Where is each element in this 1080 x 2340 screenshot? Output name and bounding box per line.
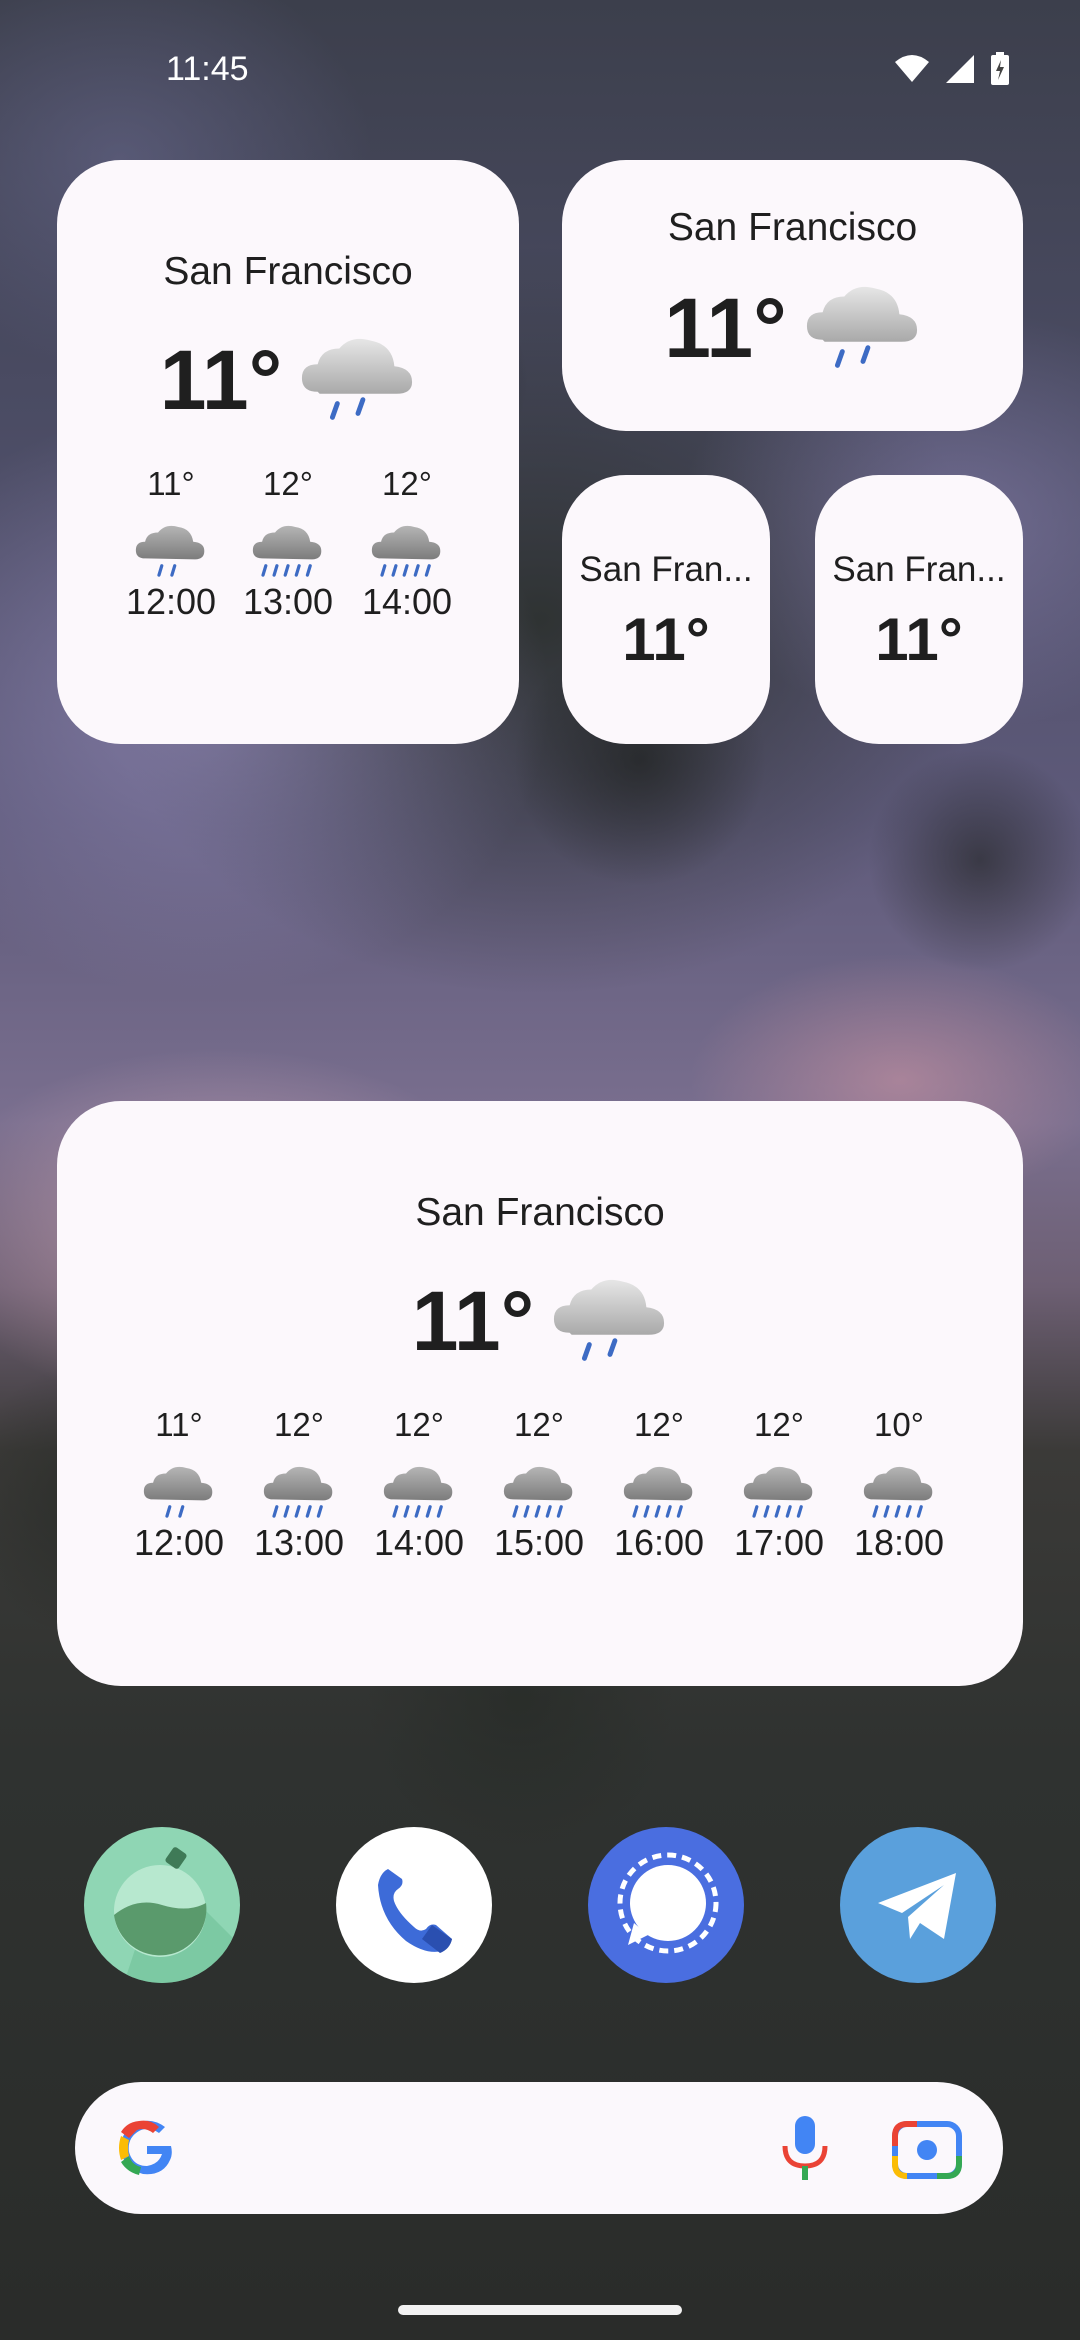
google-logo-icon — [119, 2120, 172, 2175]
forecast-time: 13:00 — [253, 1522, 345, 1563]
forecast-temp: 12° — [514, 1406, 564, 1443]
light-rain-icon — [142, 1462, 216, 1522]
hourly-forecast-item: 10° 18:00 — [839, 1406, 959, 1564]
widget-city: San Francisco — [415, 1191, 665, 1234]
phone-app-icon[interactable] — [336, 1827, 492, 1983]
forecast-time: 12:00 — [125, 581, 217, 622]
rain-icon — [502, 1462, 576, 1522]
rain-icon — [262, 1462, 336, 1522]
rain-cloud-icon — [298, 330, 416, 430]
status-bar: 11:45 — [0, 0, 1080, 140]
forecast-time: 15:00 — [493, 1522, 585, 1563]
status-icons — [894, 52, 1010, 86]
forecast-temp: 12° — [754, 1406, 804, 1443]
forecast-temp: 12° — [274, 1406, 324, 1443]
google-search-bar[interactable] — [75, 2082, 1003, 2214]
forecast-temp: 12° — [394, 1406, 444, 1443]
forecast-temp: 10° — [874, 1406, 924, 1443]
rain-cloud-icon — [803, 278, 921, 378]
flask-icon — [114, 1847, 240, 1983]
rain-cloud-icon — [550, 1271, 668, 1371]
wifi-icon — [895, 55, 929, 82]
weather-widget-small[interactable]: San Fran... 11° — [562, 475, 770, 744]
hourly-forecast-item: 11° 12:00 — [111, 465, 231, 623]
phone-handset-icon — [378, 1869, 452, 1953]
light-rain-icon — [134, 521, 208, 581]
microphone-icon[interactable] — [775, 2112, 835, 2184]
forecast-temp: 11° — [155, 1406, 203, 1443]
forecast-temp: 11° — [147, 465, 195, 502]
potion-flask-app-icon[interactable] — [84, 1827, 240, 1983]
battery-charging-icon — [991, 52, 1009, 85]
cellular-signal-icon — [946, 55, 974, 83]
forecast-time: 16:00 — [613, 1522, 705, 1563]
rain-icon — [862, 1462, 936, 1522]
rain-icon — [382, 1462, 456, 1522]
hourly-forecast-item: 12° 14:00 — [347, 465, 467, 623]
widget-city: San Francisco — [163, 250, 413, 293]
rain-icon — [742, 1462, 816, 1522]
forecast-temp: 12° — [634, 1406, 684, 1443]
widget-city: San Fran... — [579, 550, 753, 589]
widget-city: San Fran... — [832, 550, 1006, 589]
status-clock: 11:45 — [166, 50, 249, 88]
forecast-time: 12:00 — [133, 1522, 225, 1563]
chat-bubble-icon — [617, 1852, 719, 1954]
forecast-temp: 12° — [263, 465, 313, 502]
google-lens-icon[interactable] — [891, 2116, 963, 2180]
widget-temperature: 11° — [622, 606, 710, 673]
hourly-forecast-item: 12° 13:00 — [228, 465, 348, 623]
hourly-forecast-item: 12° 13:00 — [239, 1406, 359, 1564]
widget-temperature: 11° — [411, 1273, 535, 1368]
signal-app-icon[interactable] — [588, 1827, 744, 1983]
rain-icon — [622, 1462, 696, 1522]
forecast-temp: 12° — [382, 465, 432, 502]
forecast-time: 18:00 — [853, 1522, 945, 1563]
widget-temperature: 11° — [159, 332, 283, 427]
telegram-app-icon[interactable] — [840, 1827, 996, 1983]
paper-plane-icon — [878, 1873, 956, 1939]
forecast-time: 14:00 — [361, 581, 453, 622]
hourly-forecast-item: 12° 15:00 — [479, 1406, 599, 1564]
rain-icon — [251, 521, 325, 581]
weather-widget-large[interactable]: San Francisco 11° 11° 12:00 12° 13:00 12… — [57, 160, 519, 744]
weather-widget-small[interactable]: San Fran... 11° — [815, 475, 1023, 744]
hourly-forecast-item: 12° 14:00 — [359, 1406, 479, 1564]
widget-temperature: 11° — [664, 280, 787, 375]
widget-temperature: 11° — [875, 606, 963, 673]
weather-widget-medium[interactable]: San Francisco 11° — [562, 160, 1023, 431]
forecast-time: 14:00 — [373, 1522, 465, 1563]
hourly-forecast-item: 12° 17:00 — [719, 1406, 839, 1564]
hourly-forecast-item: 11° 12:00 — [119, 1406, 239, 1564]
forecast-time: 13:00 — [242, 581, 334, 622]
forecast-time: 17:00 — [733, 1522, 825, 1563]
weather-widget-wide[interactable]: San Francisco 11° 11° 12:00 12° 13:00 12… — [57, 1101, 1023, 1686]
widget-city: San Francisco — [667, 206, 918, 249]
rain-icon — [370, 521, 444, 581]
gesture-navigation-handle[interactable] — [398, 2305, 682, 2315]
hourly-forecast-item: 12° 16:00 — [599, 1406, 719, 1564]
